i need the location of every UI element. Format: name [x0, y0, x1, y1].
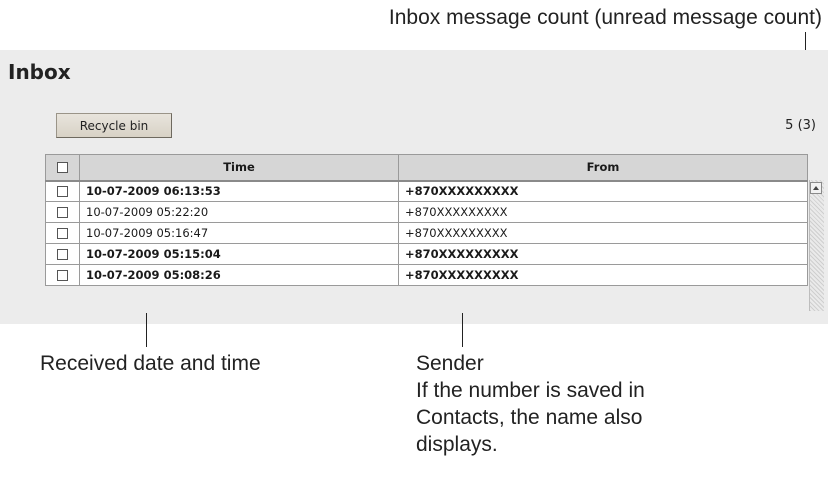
cell-from[interactable]: +870XXXXXXXXX — [398, 264, 808, 286]
table-row[interactable]: 10-07-2009 06:13:53 +870XXXXXXXXX — [45, 180, 808, 202]
callout-message-count: Inbox message count (unread message coun… — [388, 6, 822, 29]
page-title: Inbox — [8, 60, 71, 84]
callout-sender-line: Contacts, the name also — [416, 406, 643, 429]
row-checkbox[interactable] — [57, 249, 68, 260]
recycle-bin-button[interactable]: Recycle bin — [56, 113, 172, 138]
cell-from[interactable]: +870XXXXXXXXX — [398, 222, 808, 244]
leader-line-received — [146, 313, 147, 347]
table-header-row: Time From — [45, 154, 808, 182]
message-count: 5 (3) — [785, 118, 816, 133]
column-header-time[interactable]: Time — [79, 154, 399, 182]
callout-sender-line: If the number is saved in — [416, 379, 645, 402]
row-select-cell[interactable] — [45, 243, 80, 265]
row-checkbox[interactable] — [57, 207, 68, 218]
table-row[interactable]: 10-07-2009 05:15:04 +870XXXXXXXXX — [45, 243, 808, 265]
table-row[interactable]: 10-07-2009 05:16:47 +870XXXXXXXXX — [45, 222, 808, 244]
cell-time[interactable]: 10-07-2009 06:13:53 — [79, 180, 399, 202]
row-select-cell[interactable] — [45, 201, 80, 223]
select-all-checkbox[interactable] — [57, 162, 68, 174]
callout-received-time: Received date and time — [40, 352, 261, 375]
cell-time[interactable]: 10-07-2009 05:22:20 — [79, 201, 399, 223]
row-checkbox[interactable] — [57, 228, 68, 239]
cell-time[interactable]: 10-07-2009 05:16:47 — [79, 222, 399, 244]
row-select-cell[interactable] — [45, 180, 80, 202]
cell-from[interactable]: +870XXXXXXXXX — [398, 180, 808, 202]
cell-time[interactable]: 10-07-2009 05:08:26 — [79, 264, 399, 286]
column-header-from[interactable]: From — [398, 154, 808, 182]
table-row[interactable]: 10-07-2009 05:08:26 +870XXXXXXXXX — [45, 264, 808, 286]
callout-sender-line: displays. — [416, 433, 498, 456]
cell-from[interactable]: +870XXXXXXXXX — [398, 201, 808, 223]
row-select-cell[interactable] — [45, 264, 80, 286]
leader-line-sender — [462, 313, 463, 347]
row-select-cell[interactable] — [45, 222, 80, 244]
row-checkbox[interactable] — [57, 270, 68, 281]
select-all-cell[interactable] — [45, 154, 80, 182]
table-row[interactable]: 10-07-2009 05:22:20 +870XXXXXXXXX — [45, 201, 808, 223]
cell-time[interactable]: 10-07-2009 05:15:04 — [79, 243, 399, 265]
vertical-scrollbar[interactable] — [809, 180, 824, 311]
row-checkbox[interactable] — [57, 186, 68, 198]
message-table: Time From 10-07-2009 06:13:53 +870XXXXXXX… — [45, 154, 808, 286]
callout-sender-line: Sender — [416, 352, 484, 375]
callout-sender: Sender If the number is saved in Contact… — [416, 350, 645, 458]
scroll-up-arrow-icon[interactable] — [810, 182, 822, 194]
cell-from[interactable]: +870XXXXXXXXX — [398, 243, 808, 265]
